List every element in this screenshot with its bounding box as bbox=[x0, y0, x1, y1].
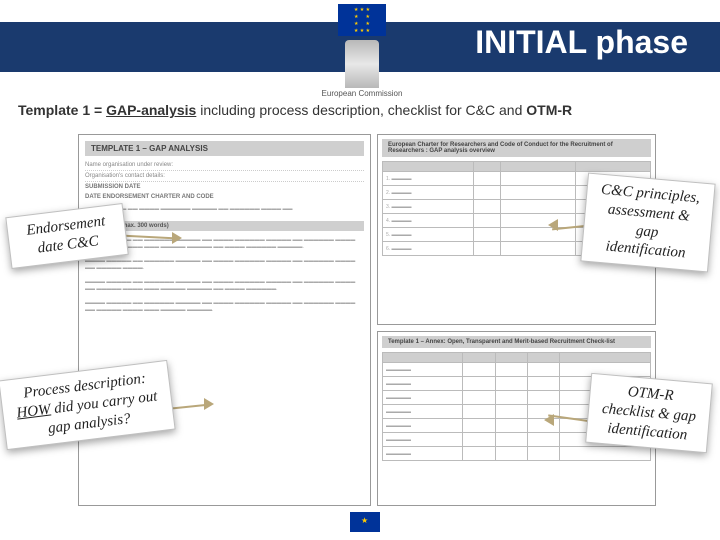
eu-flag-icon bbox=[338, 4, 386, 36]
connector-3-arrow bbox=[548, 219, 558, 231]
subtitle-rest: including process description, checklist… bbox=[196, 102, 526, 118]
ec-logo: European Commission bbox=[318, 4, 406, 94]
page-title: INITIAL phase bbox=[475, 24, 688, 61]
footer-eu-flag-icon bbox=[350, 512, 380, 532]
subtitle-tail: OTM-R bbox=[526, 102, 572, 118]
doc-right-bot-title: Template 1 – Annex: Open, Transparent an… bbox=[382, 336, 651, 348]
callout-endorsement-text: Endorsement date C&C bbox=[17, 211, 117, 260]
doc-template1: TEMPLATE 1 – GAP ANALYSIS Name organisat… bbox=[78, 134, 371, 506]
table-row: ▬▬▬▬▬ bbox=[383, 447, 651, 461]
doc-left-subdate2: DATE ENDORSEMENT CHARTER AND CODE bbox=[85, 192, 364, 202]
subtitle: Template 1 = GAP-analysis including proc… bbox=[18, 102, 572, 118]
callout-process-text: Process description: HOW did you carry o… bbox=[10, 368, 164, 442]
callout-principles: C&C principles, assessment & gap identif… bbox=[580, 173, 715, 273]
logo-label: European Commission bbox=[318, 90, 406, 99]
callout-principles-text: C&C principles, assessment & gap identif… bbox=[592, 181, 704, 265]
doc-left-title: TEMPLATE 1 – GAP ANALYSIS bbox=[85, 141, 364, 156]
callout-process-how: HOW bbox=[16, 401, 52, 421]
doc-left-para1: ▬▬▬ ▬▬▬▬▬ ▬▬ ▬▬▬▬ ▬▬▬▬▬▬ ▬▬▬▬▬ ▬▬ ▬▬▬▬▬▬… bbox=[85, 206, 364, 213]
doc-left-subdate: SUBMISSION DATE bbox=[85, 182, 364, 192]
doc-left-name: Name organisation under review: bbox=[85, 160, 364, 171]
subtitle-lead: Template 1 = bbox=[18, 102, 106, 118]
logo-building-icon bbox=[345, 40, 379, 88]
connector-2-arrow bbox=[204, 398, 214, 410]
doc-left-process-head: PROCESS (max. 300 words) bbox=[85, 221, 364, 231]
subtitle-underline: GAP-analysis bbox=[106, 102, 196, 118]
doc-left-contact: Organisation's contact details: bbox=[85, 171, 364, 182]
callout-otmr-text: OTM-R checklist & gap identification bbox=[597, 381, 702, 446]
connector-1-arrow bbox=[172, 232, 182, 244]
connector-4-arrow bbox=[544, 414, 554, 426]
callout-otmr: OTM-R checklist & gap identification bbox=[585, 373, 713, 454]
doc-right-top-title: European Charter for Researchers and Cod… bbox=[382, 139, 651, 157]
document-area: TEMPLATE 1 – GAP ANALYSIS Name organisat… bbox=[78, 134, 656, 506]
